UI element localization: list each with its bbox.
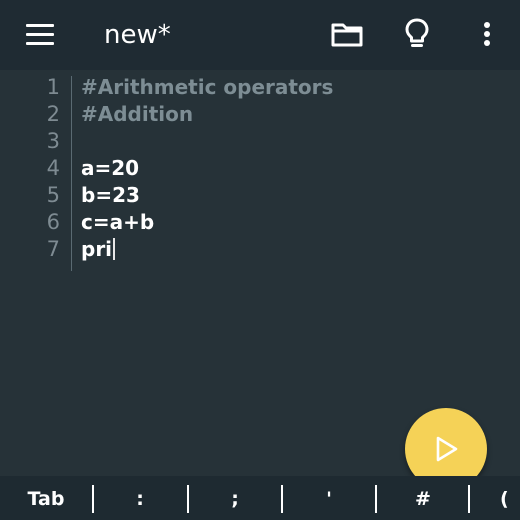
code-line[interactable]: a=20 [81, 155, 139, 182]
line-number-gutter: 1 2 3 4 5 6 7 [0, 70, 72, 476]
key-semicolon[interactable]: ; [203, 476, 267, 520]
code-line-current[interactable]: pri [81, 236, 116, 263]
key-quote[interactable]: ' [297, 476, 361, 520]
key-separator [187, 485, 189, 513]
symbol-keybar: Tab : ; ' # ( [0, 476, 520, 520]
line-number: 5 [46, 183, 60, 207]
line-number: 7 [46, 237, 60, 261]
key-colon[interactable]: : [108, 476, 172, 520]
code-line-text: pri [81, 237, 113, 261]
line-number: 3 [46, 129, 60, 153]
key-tab[interactable]: Tab [14, 476, 78, 520]
code-line[interactable]: #Addition [81, 101, 193, 128]
play-icon [436, 436, 458, 462]
text-cursor [113, 238, 116, 260]
more-vert-icon[interactable] [470, 17, 504, 51]
key-separator [92, 485, 94, 513]
code-line[interactable]: #Arithmetic operators [81, 74, 333, 101]
key-separator [281, 485, 283, 513]
code-line[interactable]: c=a+b [81, 209, 154, 236]
key-separator [468, 485, 470, 513]
app-bar: new* [0, 0, 520, 70]
code-line[interactable]: b=23 [81, 182, 140, 209]
line-number: 2 [46, 102, 60, 126]
lightbulb-icon[interactable] [400, 17, 434, 51]
line-number: 1 [46, 75, 60, 99]
line-number: 6 [46, 210, 60, 234]
folder-icon[interactable] [330, 17, 364, 51]
key-paren[interactable]: ( [500, 476, 520, 520]
menu-icon[interactable] [26, 24, 54, 46]
key-separator [375, 485, 377, 513]
file-title: new* [104, 20, 171, 50]
gutter-divider [71, 76, 72, 271]
key-hash[interactable]: # [391, 476, 455, 520]
line-number: 4 [46, 156, 60, 180]
